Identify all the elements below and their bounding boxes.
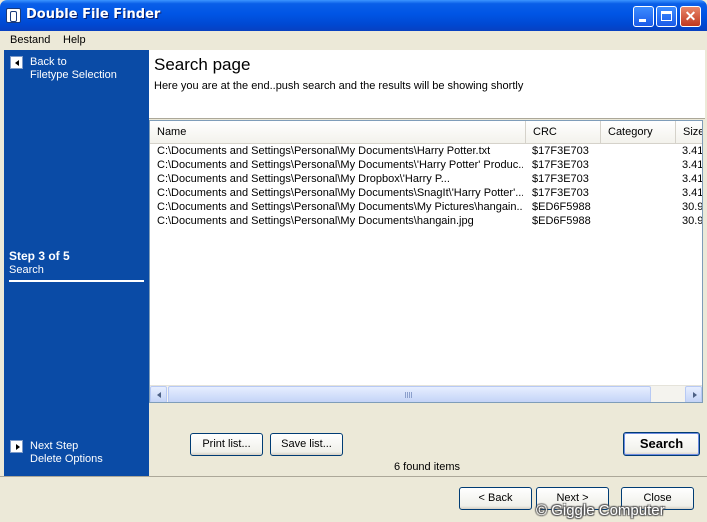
column-size[interactable]: Size [676, 121, 702, 143]
cell-crc: $ED6F5988 [532, 201, 591, 213]
maximize-icon [661, 11, 672, 21]
scroll-left-icon [157, 392, 161, 398]
column-crc[interactable]: CRC [526, 121, 601, 143]
cell-size: 3.41 [682, 173, 703, 185]
step-name: Search [9, 264, 44, 276]
cell-name: C:\Documents and Settings\Personal\My Do… [157, 159, 523, 171]
close-icon: ✕ [684, 8, 697, 24]
cell-size: 3.41 [682, 145, 703, 157]
page-title: Search page [154, 55, 251, 74]
table-row[interactable]: C:\Documents and Settings\Personal\My Do… [150, 144, 702, 158]
column-category[interactable]: Category [601, 121, 676, 143]
step-indicator: Step 3 of 5 [9, 249, 70, 263]
main-window: Double File Finder ✕ Bestand Help Back t… [0, 0, 707, 522]
table-row[interactable]: C:\Documents and Settings\Personal\My Do… [150, 158, 702, 172]
scroll-right-button[interactable] [685, 386, 702, 402]
minimize-button[interactable] [633, 6, 654, 27]
cell-name: C:\Documents and Settings\Personal\My Do… [157, 145, 491, 157]
cell-size: 3.41 [682, 159, 703, 171]
scroll-right-icon [693, 392, 697, 398]
table-row[interactable]: C:\Documents and Settings\Personal\My Do… [150, 200, 702, 214]
horizontal-scrollbar[interactable] [150, 385, 702, 402]
cell-name: C:\Documents and Settings\Personal\My Dr… [157, 173, 450, 185]
search-button[interactable]: Search [623, 432, 700, 456]
page-subtitle: Here you are at the end..push search and… [154, 80, 524, 92]
menu-help[interactable]: Help [63, 34, 86, 46]
maximize-button[interactable] [656, 6, 677, 27]
column-name[interactable]: Name [150, 121, 526, 143]
wizard-sidebar: Back to Filetype Selection Step 3 of 5 S… [4, 50, 149, 476]
back-button-label: < Back [478, 492, 513, 504]
page-header: Search page Here you are at the end..pus… [149, 50, 705, 118]
watermark-text: © Giggle Computer [536, 502, 665, 519]
window-title: Double File Finder [26, 7, 161, 22]
grip-icon [405, 392, 412, 398]
results-list[interactable]: Name CRC Category Size C:\Documents and … [149, 120, 703, 403]
next-link-line1: Next Step [30, 440, 79, 452]
back-link-line2: Filetype Selection [30, 69, 117, 81]
cell-crc: $17F3E703 [532, 173, 589, 185]
cell-size: 30.9 [682, 215, 703, 227]
header-divider [149, 118, 705, 119]
arrow-right-icon [10, 440, 23, 453]
next-link-line2: Delete Options [30, 453, 103, 465]
table-row[interactable]: C:\Documents and Settings\Personal\My Dr… [150, 172, 702, 186]
minimize-icon [639, 19, 646, 22]
step-divider [9, 280, 144, 282]
cell-size: 30.9 [682, 201, 703, 213]
menu-bestand[interactable]: Bestand [10, 34, 50, 46]
footer-divider [0, 476, 707, 477]
title-bar[interactable]: Double File Finder ✕ [0, 0, 707, 31]
print-list-button[interactable]: Print list... [190, 433, 263, 456]
found-items-status: 6 found items [393, 461, 461, 473]
scroll-left-button[interactable] [150, 386, 167, 402]
cell-size: 3.41 [682, 187, 703, 199]
table-row[interactable]: C:\Documents and Settings\Personal\My Do… [150, 214, 702, 228]
app-icon [6, 8, 21, 23]
cell-name: C:\Documents and Settings\Personal\My Do… [157, 201, 523, 213]
scroll-thumb[interactable] [168, 386, 651, 402]
cell-crc: $17F3E703 [532, 145, 589, 157]
back-button[interactable]: < Back [459, 487, 532, 510]
menu-bar: Bestand Help [0, 31, 707, 50]
cell-crc: $17F3E703 [532, 159, 589, 171]
arrow-left-icon [10, 56, 23, 69]
close-window-button[interactable]: ✕ [680, 6, 701, 27]
cell-name: C:\Documents and Settings\Personal\My Do… [157, 215, 474, 227]
list-header: Name CRC Category Size [150, 121, 702, 144]
cell-crc: $ED6F5988 [532, 215, 591, 227]
cell-crc: $17F3E703 [532, 187, 589, 199]
back-link-line1: Back to [30, 56, 67, 68]
save-list-button[interactable]: Save list... [270, 433, 343, 456]
table-row[interactable]: C:\Documents and Settings\Personal\My Do… [150, 186, 702, 200]
cell-name: C:\Documents and Settings\Personal\My Do… [157, 187, 523, 199]
